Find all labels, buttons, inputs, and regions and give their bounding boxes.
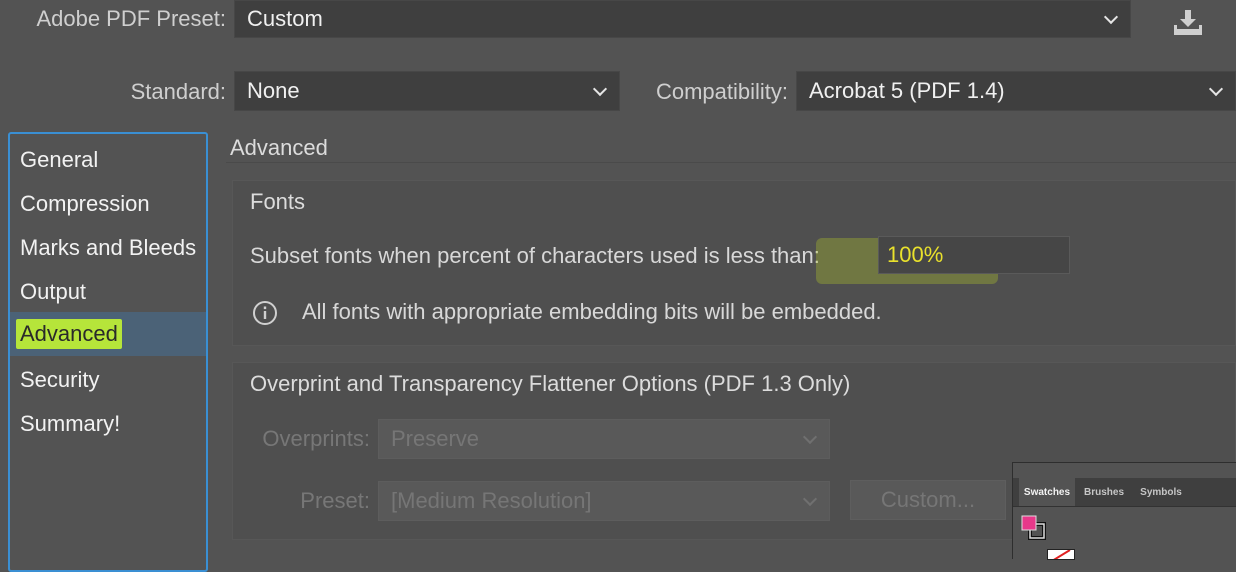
save-preset-icon[interactable] bbox=[1170, 8, 1206, 38]
sidebar-item-label: Security bbox=[20, 367, 100, 392]
category-sidebar: General Compression Marks and Bleeds Out… bbox=[8, 132, 208, 572]
standard-value: None bbox=[247, 78, 300, 103]
fonts-group-title: Fonts bbox=[250, 189, 306, 214]
standard-dropdown[interactable]: None bbox=[234, 71, 620, 111]
sidebar-item-label: Summary! bbox=[20, 411, 121, 436]
sidebar-item-output[interactable]: Output bbox=[10, 270, 206, 314]
preset-value: Custom bbox=[247, 6, 323, 31]
sidebar-item-general[interactable]: General bbox=[10, 138, 206, 182]
compatibility-label: Compatibility: bbox=[655, 79, 788, 104]
sidebar-item-security[interactable]: Security bbox=[10, 358, 206, 402]
sidebar-item-label: Advanced bbox=[16, 319, 122, 349]
subset-fonts-label: Subset fonts when percent of characters … bbox=[250, 243, 820, 268]
embedding-info-text: All fonts with appropriate embedding bit… bbox=[302, 299, 882, 324]
chevron-down-icon bbox=[592, 81, 608, 97]
chevron-down-icon bbox=[1103, 9, 1119, 25]
subset-percent-input[interactable]: 100% bbox=[878, 236, 1070, 274]
chevron-down-icon bbox=[1208, 81, 1224, 97]
swatches-panel: Swatches Brushes Symbols bbox=[1012, 462, 1236, 560]
overprints-dropdown[interactable]: Preserve bbox=[378, 419, 830, 459]
flattener-preset-label: Preset: bbox=[300, 488, 370, 513]
sidebar-item-label: General bbox=[20, 147, 99, 172]
overprint-group-title: Overprint and Transparency Flattener Opt… bbox=[250, 371, 851, 396]
info-icon bbox=[252, 300, 278, 326]
swatches-panel-tabs: Swatches Brushes Symbols bbox=[1013, 478, 1236, 507]
sidebar-item-summary[interactable]: Summary! bbox=[10, 402, 206, 446]
none-swatch[interactable] bbox=[1047, 549, 1075, 560]
tab-brushes[interactable]: Brushes bbox=[1079, 478, 1129, 506]
fill-stroke-icon[interactable] bbox=[1021, 515, 1049, 541]
preset-dropdown[interactable]: Custom bbox=[234, 0, 1131, 38]
compatibility-dropdown[interactable]: Acrobat 5 (PDF 1.4) bbox=[796, 71, 1236, 111]
sidebar-item-compression[interactable]: Compression bbox=[10, 182, 206, 226]
custom-button[interactable]: Custom... bbox=[850, 480, 1006, 520]
page-title: Advanced bbox=[230, 135, 328, 160]
chevron-down-icon bbox=[802, 429, 818, 445]
overprints-label: Overprints: bbox=[262, 426, 370, 451]
sidebar-item-label: Compression bbox=[20, 191, 150, 216]
tab-swatches[interactable]: Swatches bbox=[1019, 478, 1075, 506]
flattener-preset-value: [Medium Resolution] bbox=[391, 488, 592, 513]
title-divider bbox=[226, 162, 1236, 163]
overprints-value: Preserve bbox=[391, 426, 480, 451]
preset-label: Adobe PDF Preset: bbox=[36, 6, 226, 31]
standard-label: Standard: bbox=[130, 79, 226, 104]
compatibility-value: Acrobat 5 (PDF 1.4) bbox=[809, 78, 1005, 103]
sidebar-item-label: Output bbox=[20, 279, 87, 304]
sidebar-item-label: Marks and Bleeds bbox=[20, 235, 197, 260]
flattener-preset-dropdown[interactable]: [Medium Resolution] bbox=[378, 481, 830, 521]
sidebar-item-advanced[interactable]: Advanced bbox=[10, 312, 206, 356]
tab-symbols[interactable]: Symbols bbox=[1133, 478, 1189, 506]
chevron-down-icon bbox=[802, 491, 818, 507]
sidebar-item-marks-and-bleeds[interactable]: Marks and Bleeds bbox=[10, 226, 206, 270]
subset-percent-value: 100% bbox=[887, 242, 944, 267]
